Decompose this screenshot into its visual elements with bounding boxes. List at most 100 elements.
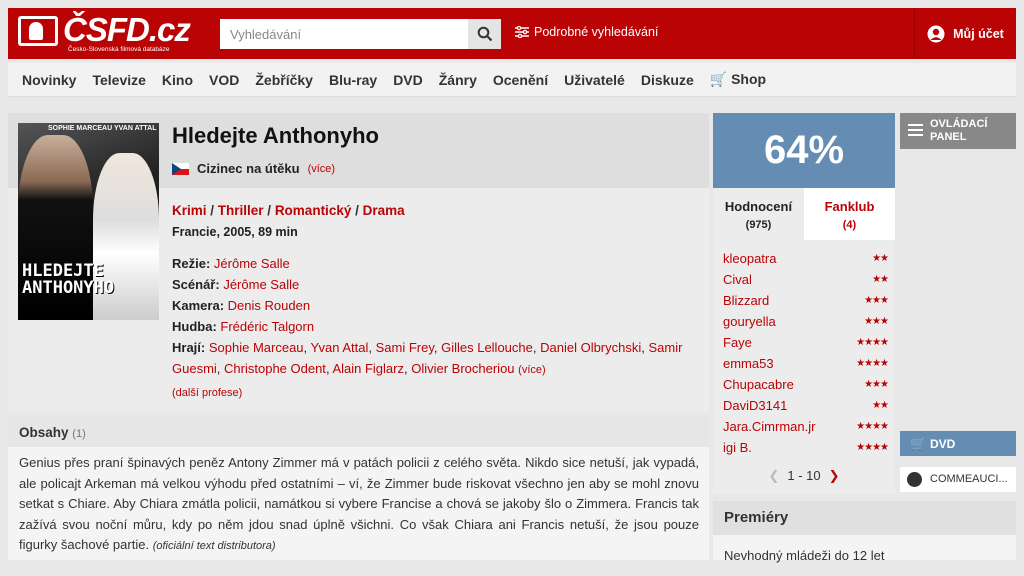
tab-hodnoceni[interactable]: Hodnocení (975) [713,188,804,240]
actor-link[interactable]: Sami Frey [376,340,434,355]
more-professions-row: (další profese) [172,381,702,404]
nav-diskuze[interactable]: Diskuze [633,72,702,88]
nav-dvd[interactable]: DVD [385,72,431,88]
actor-link[interactable]: Olivier Brocheriou [411,361,514,376]
chevron-left-icon[interactable]: ❮ [768,468,779,483]
film-origin: Francie, 2005, 89 min [172,225,298,239]
premiery-heading: Premiéry [713,501,1016,535]
nav-televize[interactable]: Televize [84,72,153,88]
search-input[interactable] [220,19,470,49]
nav-novinky[interactable]: Novinky [14,72,84,88]
actor-link[interactable]: Alain Figlarz [332,361,404,376]
cart-icon: 🛒 [709,71,728,87]
control-panel-button[interactable]: OVLÁDACÍ PANEL [900,113,1016,149]
star-rating-icon: ★★★ [864,295,889,306]
ratings-pager: ❮ 1 - 10 ❯ [713,468,895,484]
plot-count: (1) [72,428,86,440]
comm-button[interactable]: COMMEAUCI... [900,467,1016,492]
genres: Krimi / Thriller / Romantický / Drama [172,203,405,218]
rater-name[interactable]: Jara.Cimrman.jr [723,419,815,434]
composer-link[interactable]: Frédéric Talgorn [220,319,314,334]
dvd-label: DVD [930,437,956,451]
original-title-text: Cizinec na útěku [197,161,300,176]
poster-title: HLEDEJTE ANTHONYHO [22,261,115,298]
cart-icon: 🛒 [910,436,927,451]
genre-link[interactable]: Thriller [218,203,264,218]
genre-link[interactable]: Krimi [172,203,207,218]
film-poster[interactable]: SOPHIE MARCEAU YVAN ATTAL HLEDEJTE ANTHO… [18,123,159,320]
rating-percent: 64% [713,113,895,188]
camera-row: Kamera: Denis Rouden [172,295,702,316]
camera-label: Kamera: [172,298,225,313]
poster-names: SOPHIE MARCEAU YVAN ATTAL [48,125,157,132]
nav-shop[interactable]: 🛒 Shop [702,71,774,88]
pager-range: 1 - 10 [787,468,821,483]
genre-link[interactable]: Romantický [275,203,352,218]
actor-link[interactable]: Christophe Odent [224,361,326,376]
actor-link[interactable]: Gilles Lellouche [441,340,533,355]
nav-bluray[interactable]: Blu-ray [321,72,385,88]
rating-tabs: Hodnocení (975) Fanklub (4) [713,188,895,240]
rater-name[interactable]: Faye [723,335,752,350]
tab-hodnoceni-label: Hodnocení [724,199,793,214]
plot-section: Obsahy (1) Genius přes praní špinavých p… [8,417,709,560]
creators: Režie: Jérôme Salle Scénář: Jérôme Salle… [172,253,702,404]
genre-link[interactable]: Drama [363,203,405,218]
star-rating-icon: ★★★★ [856,337,889,348]
logo-subtitle: Česko-Slovenská filmová databáze [68,46,170,53]
rater-name[interactable]: Blizzard [723,293,769,308]
tab-fanklub-label: Fanklub [824,199,875,214]
actor-link[interactable]: Yvan Attal [311,340,369,355]
rater-name[interactable]: igi B. [723,440,752,455]
csfd-logo[interactable]: ČSFD.cz Česko-Slovenská filmová databáze [18,11,191,54]
rater-row: Chupacabre ★★★ [723,374,889,395]
writing-label: Scénář: [172,277,220,292]
tab-fanklub-count: (4) [842,219,857,231]
actor-link[interactable]: Sophie Marceau [209,340,304,355]
star-rating-icon: ★★★ [864,316,889,327]
more-professions-link[interactable]: (další profese) [172,387,242,399]
rater-name[interactable]: Chupacabre [723,377,794,392]
rater-name[interactable]: gouryella [723,314,776,329]
user-ratings-list: kleopatra ★★ Cival ★★ Blizzard ★★★ gouryell… [713,240,895,494]
account-button[interactable]: Můj účet [914,8,1016,59]
globe-icon [907,472,922,487]
rater-row: DaviD3141 ★★ [723,395,889,416]
rater-name[interactable]: DaviD3141 [723,398,787,413]
cast-row: Hrají: Sophie Marceau, Yvan Attal, Sami … [172,340,683,376]
dvd-button[interactable]: 🛒 DVD [900,431,1016,456]
camera-link[interactable]: Denis Rouden [228,298,310,313]
original-title-more-link[interactable]: (více) [308,163,336,175]
star-rating-icon: ★★★ [864,379,889,390]
rater-row: Blizzard ★★★ [723,290,889,311]
nav-zanry[interactable]: Žánry [431,72,485,88]
rater-row: Jara.Cimrman.jr ★★★★ [723,416,889,437]
nav-zebricky[interactable]: Žebříčky [247,72,321,88]
nav-uzivatele[interactable]: Uživatelé [556,72,633,88]
premiery-box: Premiéry Nevhodný mládeži do 12 let [713,501,1016,563]
plot-heading-label: Obsahy [19,425,69,440]
chevron-right-icon[interactable]: ❯ [829,468,840,483]
rater-name[interactable]: Cival [723,272,752,287]
advanced-search-link[interactable]: Podrobné vyhledávání [515,25,658,39]
director-link[interactable]: Jérôme Salle [214,256,290,271]
nav-vod[interactable]: VOD [201,72,247,88]
star-rating-icon: ★★ [872,400,889,411]
directing-label: Režie: [172,256,211,271]
page-title: Hledejte Anthonyho [172,123,379,148]
directing-row: Režie: Jérôme Salle [172,253,702,274]
nav-oceneni[interactable]: Ocenění [485,72,556,88]
tab-fanklub[interactable]: Fanklub (4) [804,188,895,240]
original-title: Cizinec na útěku (více) [172,161,335,176]
nav-kino[interactable]: Kino [154,72,201,88]
star-rating-icon: ★★★★ [856,421,889,432]
site-header: ČSFD.cz Česko-Slovenská filmová databáze… [8,8,1016,59]
actor-link[interactable]: Daniel Olbrychski [540,340,641,355]
search-button[interactable] [468,19,501,49]
cast-more-link[interactable]: (více) [518,364,546,376]
rater-name[interactable]: kleopatra [723,251,776,266]
writer-link[interactable]: Jérôme Salle [223,277,299,292]
star-rating-icon: ★★ [872,274,889,285]
rater-name[interactable]: emma53 [723,356,774,371]
star-rating-icon: ★★★★ [856,442,889,453]
